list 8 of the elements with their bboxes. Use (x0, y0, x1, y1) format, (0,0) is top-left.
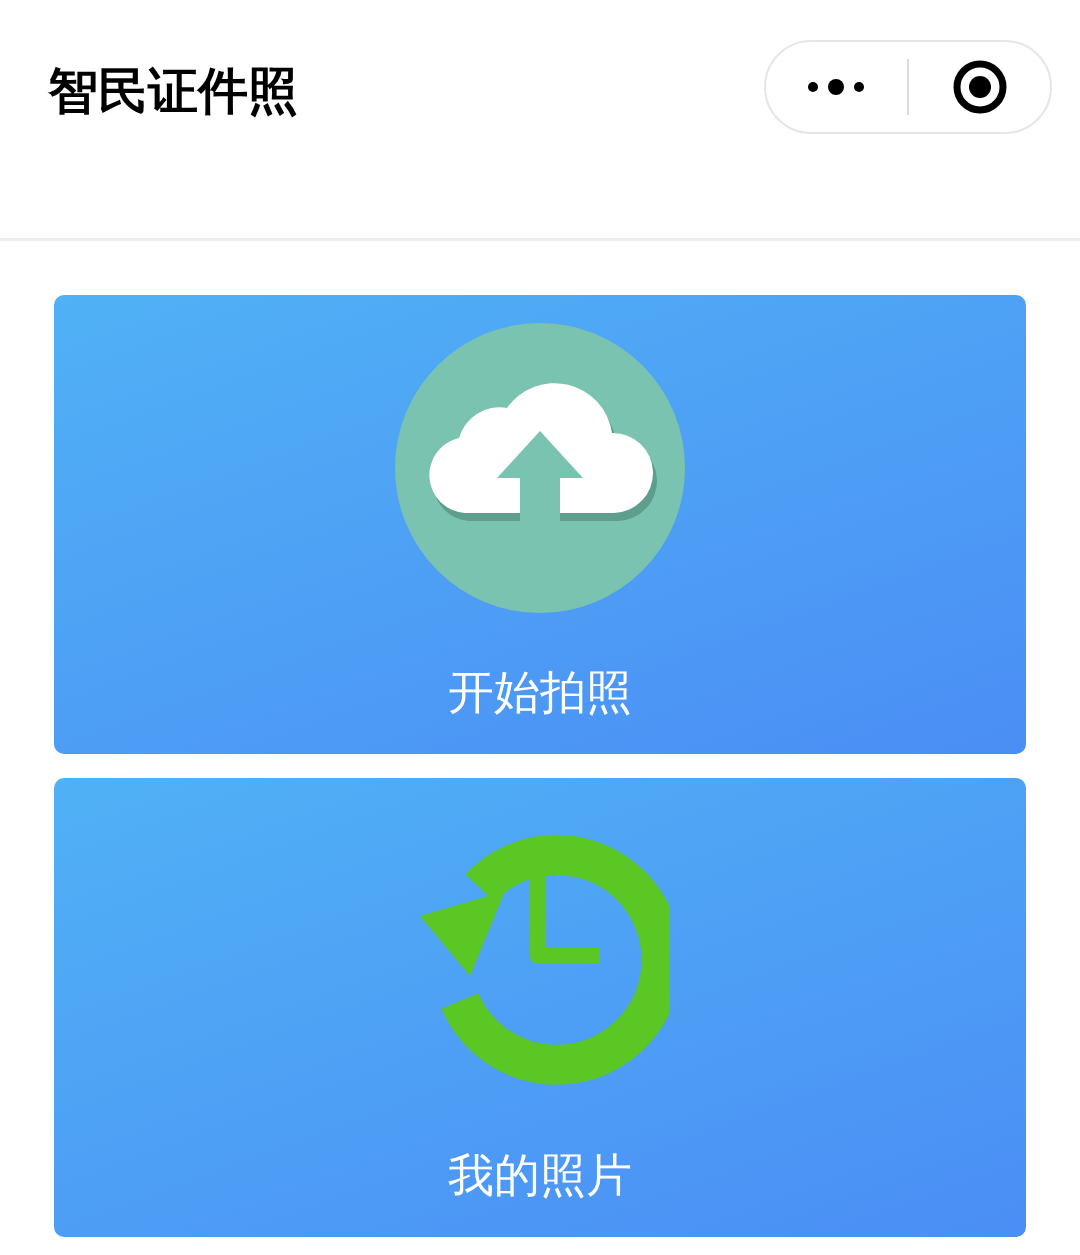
menu-card[interactable]: 开始拍照 (54, 295, 1026, 754)
card-label: 我的照片 (448, 1147, 632, 1204)
close-icon (952, 60, 1007, 114)
page-title: 智民证件照 (48, 61, 298, 122)
menu-card[interactable]: 我的照片 (54, 778, 1026, 1237)
cloud-upload-icon (395, 323, 685, 613)
card-label: 开始拍照 (448, 664, 632, 721)
more-icon (806, 77, 867, 97)
